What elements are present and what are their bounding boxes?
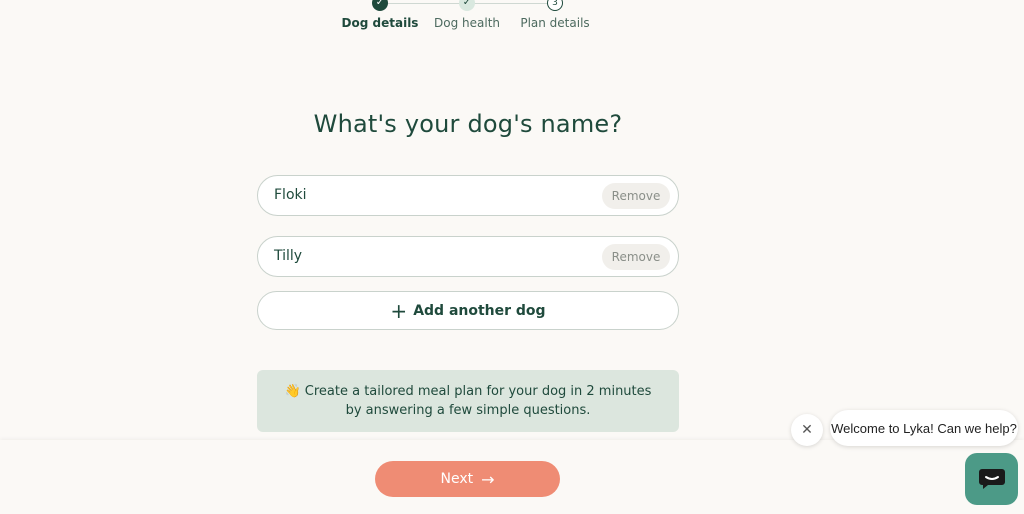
step-label-dog-health[interactable]: Dog health (434, 16, 500, 30)
dog-name-value[interactable]: Floki (274, 187, 307, 203)
dog-name-field-1[interactable]: Floki Remove (257, 175, 679, 216)
footer-bar: Next → (0, 440, 1024, 514)
info-banner: 👋 Create a tailored meal plan for your do… (257, 370, 679, 432)
step-connector (467, 3, 555, 4)
plus-icon: + (390, 298, 408, 323)
chat-close-icon[interactable]: ✕ (791, 414, 823, 446)
step-3-number: 3 (547, 0, 563, 11)
page-title: What's your dog's name? (313, 110, 623, 138)
waving-hand-icon: 👋 (284, 384, 301, 399)
chat-icon (978, 469, 1005, 489)
step-2-check-icon: ✓ (459, 0, 475, 11)
remove-dog-button[interactable]: Remove (602, 244, 670, 270)
step-label-dog-details[interactable]: Dog details (342, 16, 419, 30)
step-1-check-icon: ✓ (372, 0, 388, 11)
add-another-dog-label: Add another dog (413, 302, 546, 319)
add-another-dog-button[interactable]: + Add another dog (257, 291, 679, 330)
next-label: Next (440, 471, 474, 487)
info-text: Create a tailored meal plan for your dog… (304, 384, 652, 418)
arrow-right-icon: → (481, 469, 495, 489)
progress-stepper: ✓ ✓ 3 Dog details Dog health Plan detail… (0, 0, 1024, 40)
chat-launcher-button[interactable] (965, 453, 1018, 505)
chat-welcome-bubble[interactable]: Welcome to Lyka! Can we help? (830, 410, 1018, 446)
step-connector (380, 3, 467, 4)
remove-dog-button[interactable]: Remove (602, 183, 670, 209)
dog-name-value[interactable]: Tilly (274, 248, 302, 264)
step-label-plan-details: Plan details (520, 16, 590, 30)
next-button[interactable]: Next → (375, 461, 560, 497)
dog-name-field-2[interactable]: Tilly Remove (257, 236, 679, 277)
